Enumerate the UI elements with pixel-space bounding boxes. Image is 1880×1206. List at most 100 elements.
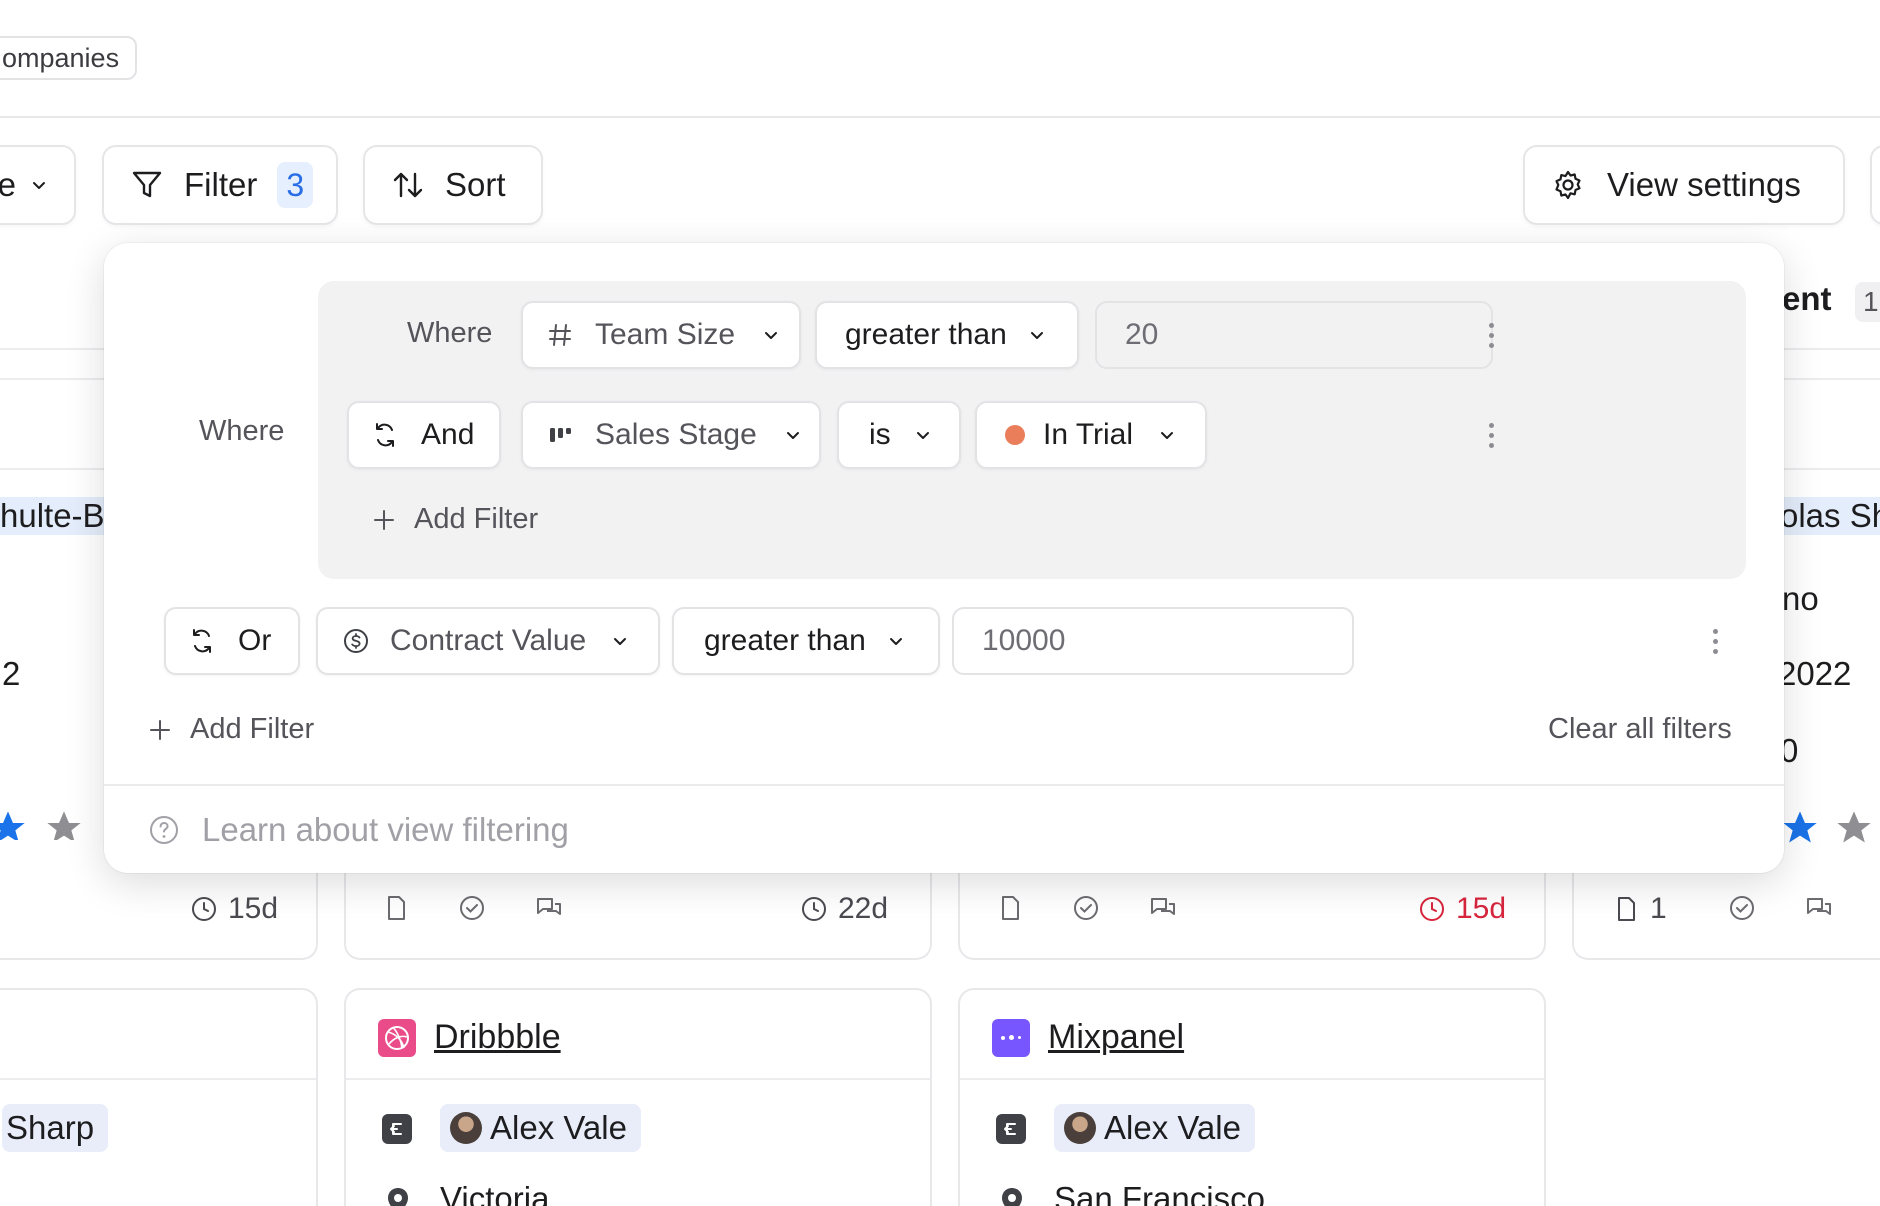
- chevron-down-icon: [612, 633, 628, 649]
- rule-operator-select[interactable]: is: [837, 401, 961, 469]
- help-circle-icon: [148, 814, 180, 846]
- avatar: [1064, 1112, 1096, 1144]
- star-icon[interactable]: [1780, 808, 1820, 848]
- rule-operator-select[interactable]: greater than: [815, 301, 1079, 369]
- sort-arrows-icon: [391, 168, 425, 202]
- column-count-badge: 1: [1855, 282, 1880, 322]
- owner-chip[interactable]: Alex Vale: [440, 1104, 641, 1152]
- rule-more-menu-icon[interactable]: [1476, 315, 1506, 355]
- dribbble-logo-icon: [378, 1018, 416, 1057]
- rule-connector-select[interactable]: And: [347, 401, 501, 469]
- comments-icon[interactable]: [1804, 894, 1834, 922]
- column-header-title: ent: [1782, 280, 1832, 317]
- rule-value-input[interactable]: 10000: [952, 607, 1354, 675]
- add-filter-button[interactable]: Add Filter: [148, 713, 314, 746]
- filter-button[interactable]: Filter 3: [102, 145, 338, 225]
- company-name-link[interactable]: Dribbble: [434, 1018, 561, 1057]
- location-pin-icon: [384, 1186, 412, 1206]
- clock-icon: [1420, 897, 1444, 921]
- column-divider: [1780, 378, 1880, 380]
- chevron-down-icon: [1159, 427, 1175, 443]
- rule-value-input[interactable]: 20: [1095, 301, 1493, 369]
- popover-divider: [104, 784, 1784, 786]
- filter-funnel-icon: [130, 168, 164, 202]
- comments-icon[interactable]: [534, 894, 564, 922]
- task-check-icon[interactable]: [1072, 894, 1100, 922]
- company-name-link[interactable]: Mixpanel: [1048, 1018, 1184, 1057]
- star-icon[interactable]: [1834, 808, 1874, 848]
- status-dot: [1005, 425, 1025, 445]
- column-divider: [1780, 468, 1880, 470]
- company-card[interactable]: Sharp: [0, 988, 318, 1206]
- clock-icon: [802, 897, 826, 921]
- column-divider: [0, 378, 120, 380]
- group-add-filter-button[interactable]: Add Filter: [372, 503, 538, 536]
- location-pin-icon: [998, 1186, 1026, 1206]
- rule-connector-select[interactable]: Or: [164, 607, 300, 675]
- avatar: [450, 1112, 482, 1144]
- kanban-icon: [547, 422, 573, 448]
- left-card-name[interactable]: hulte-B: [0, 497, 111, 535]
- task-check-icon[interactable]: [458, 894, 486, 922]
- rule-operator-select[interactable]: greater than: [672, 607, 940, 675]
- owner-chip[interactable]: Alex Vale: [1054, 1104, 1255, 1152]
- sort-button-label: Sort: [445, 166, 506, 203]
- file-icon[interactable]: [996, 894, 1024, 922]
- rule-field-select[interactable]: Sales Stage: [521, 401, 821, 469]
- rule-more-menu-icon[interactable]: [1700, 621, 1730, 661]
- breadcrumb-companies[interactable]: ompanies: [0, 36, 138, 80]
- mixpanel-logo-icon: [992, 1018, 1030, 1057]
- right-card-name[interactable]: olas Sh: [1774, 497, 1880, 535]
- filter-group: Where Team Size greater than 20 And Sale…: [318, 281, 1746, 579]
- hash-icon: [547, 322, 573, 348]
- card-age: 22d: [800, 892, 888, 926]
- rule-more-menu-icon[interactable]: [1476, 415, 1506, 455]
- left-card-value: 2: [2, 655, 21, 692]
- chevron-down-icon: [915, 427, 931, 443]
- card-files[interactable]: 1: [1612, 892, 1667, 926]
- filter-popover: Where Where Team Size greater than 20 An…: [104, 243, 1784, 873]
- column-divider: [1780, 348, 1880, 350]
- plus-icon: [372, 508, 396, 532]
- column-divider: [0, 348, 120, 350]
- card-divider: [0, 1078, 316, 1080]
- owner-field-icon: [382, 1114, 412, 1144]
- gear-icon: [1551, 168, 1585, 202]
- card-age: 15d: [190, 892, 278, 926]
- chevron-down-icon: [785, 427, 801, 443]
- learn-filtering-link[interactable]: Learn about view filtering: [148, 811, 569, 849]
- clock-icon: [192, 897, 216, 921]
- rule-value-select[interactable]: In Trial: [975, 401, 1207, 469]
- header-divider: [0, 116, 1880, 118]
- card-age-overdue: 15d: [1418, 892, 1506, 926]
- card-divider: [346, 1078, 930, 1080]
- view-settings-button[interactable]: View settings: [1523, 145, 1845, 225]
- card-divider: [960, 1078, 1544, 1080]
- rule-field-select[interactable]: Team Size: [521, 301, 801, 369]
- task-check-icon[interactable]: [1728, 894, 1756, 922]
- view-selector-label: e: [0, 166, 16, 203]
- company-card[interactable]: Dribbble Alex Vale Victoria: [344, 988, 932, 1206]
- chevron-down-icon: [888, 633, 904, 649]
- swap-arrows-icon: [188, 627, 216, 655]
- rule-field-select[interactable]: Contract Value: [316, 607, 660, 675]
- clear-all-filters-button[interactable]: Clear all filters: [1548, 713, 1732, 746]
- right-card-line: no: [1782, 580, 1819, 617]
- sort-button[interactable]: Sort: [363, 145, 543, 225]
- comments-icon[interactable]: [1148, 894, 1178, 922]
- filter-where-label: Where: [199, 415, 285, 447]
- file-icon: [1618, 897, 1635, 921]
- column-divider: [0, 468, 120, 470]
- toolbar-overflow-button[interactable]: [1870, 145, 1880, 225]
- owner-chip[interactable]: Sharp: [2, 1104, 109, 1152]
- group-where-label: Where: [407, 317, 493, 349]
- chevron-down-icon: [1029, 327, 1045, 343]
- location-text: Victoria: [440, 1180, 550, 1206]
- company-card[interactable]: Mixpanel Alex Vale San Francisco: [958, 988, 1546, 1206]
- swap-arrows-icon: [371, 421, 399, 449]
- chevron-down-icon: [763, 327, 779, 343]
- chevron-down-icon: [30, 176, 48, 194]
- file-icon[interactable]: [382, 894, 410, 922]
- view-settings-label: View settings: [1607, 166, 1801, 203]
- view-selector-button[interactable]: e: [0, 145, 76, 225]
